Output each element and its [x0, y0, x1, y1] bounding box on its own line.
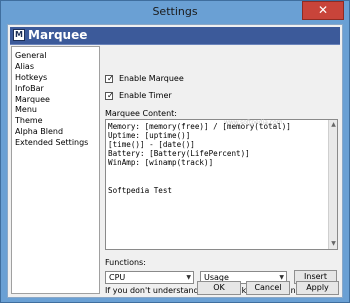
marquee-content-text[interactable]: Memory: [memory(free)] / [memory(total)]…	[108, 122, 327, 195]
nav-item-hotkeys[interactable]: Hotkeys	[12, 72, 99, 83]
marquee-content-editor[interactable]: www.softpedia.com Memory: [memory(free)]…	[105, 119, 338, 250]
nav-item-theme[interactable]: Theme	[12, 115, 99, 126]
vertical-scrollbar[interactable]: ▲ ▼	[328, 120, 337, 249]
enable-timer-checkbox[interactable]: ✓	[105, 91, 114, 100]
nav-item-alias[interactable]: Alias	[12, 61, 99, 72]
title-bar[interactable]: Settings ✕	[1, 1, 349, 23]
nav-item-alpha-blend[interactable]: Alpha Blend	[12, 126, 99, 137]
nav-item-general[interactable]: General	[12, 50, 99, 61]
nav-item-marquee[interactable]: Marquee	[12, 94, 99, 105]
nav-item-extended-settings[interactable]: Extended Settings	[12, 137, 99, 148]
function-category-select[interactable]: CPU ▼	[105, 271, 194, 284]
section-header: M Marquee	[10, 27, 340, 45]
close-button[interactable]: ✕	[302, 1, 344, 20]
window-title: Settings	[152, 5, 198, 18]
close-icon: ✕	[317, 3, 329, 17]
cancel-button[interactable]: Cancel	[246, 281, 290, 295]
settings-window: Settings ✕ M Marquee General Alias Hotke…	[0, 0, 350, 303]
check-icon: ✓	[107, 91, 114, 100]
app-logo-icon: M	[13, 29, 25, 41]
enable-timer-label: Enable Timer	[119, 91, 172, 100]
scroll-up-icon[interactable]: ▲	[330, 121, 337, 129]
chevron-down-icon: ▼	[186, 274, 191, 281]
nav-item-infobar[interactable]: InfoBar	[12, 83, 99, 94]
section-title: Marquee	[28, 28, 88, 42]
apply-button[interactable]: Apply	[296, 281, 339, 295]
function-category-value: CPU	[109, 273, 126, 282]
scroll-down-icon[interactable]: ▼	[330, 240, 337, 248]
enable-marquee-checkbox[interactable]: ✓	[105, 74, 114, 83]
enable-marquee-label: Enable Marquee	[119, 74, 184, 83]
functions-label: Functions:	[105, 258, 146, 267]
dialog-body: M Marquee General Alias Hotkeys InfoBar …	[7, 24, 343, 298]
marquee-panel: ✓ Enable Marquee ✓ Enable Timer Marquee …	[105, 46, 339, 296]
check-icon: ✓	[107, 74, 114, 83]
marquee-content-label: Marquee Content:	[105, 109, 177, 118]
nav-item-menu[interactable]: Menu	[12, 104, 99, 115]
ok-button[interactable]: OK	[197, 281, 241, 295]
settings-nav-list: General Alias Hotkeys InfoBar Marquee Me…	[11, 46, 100, 294]
